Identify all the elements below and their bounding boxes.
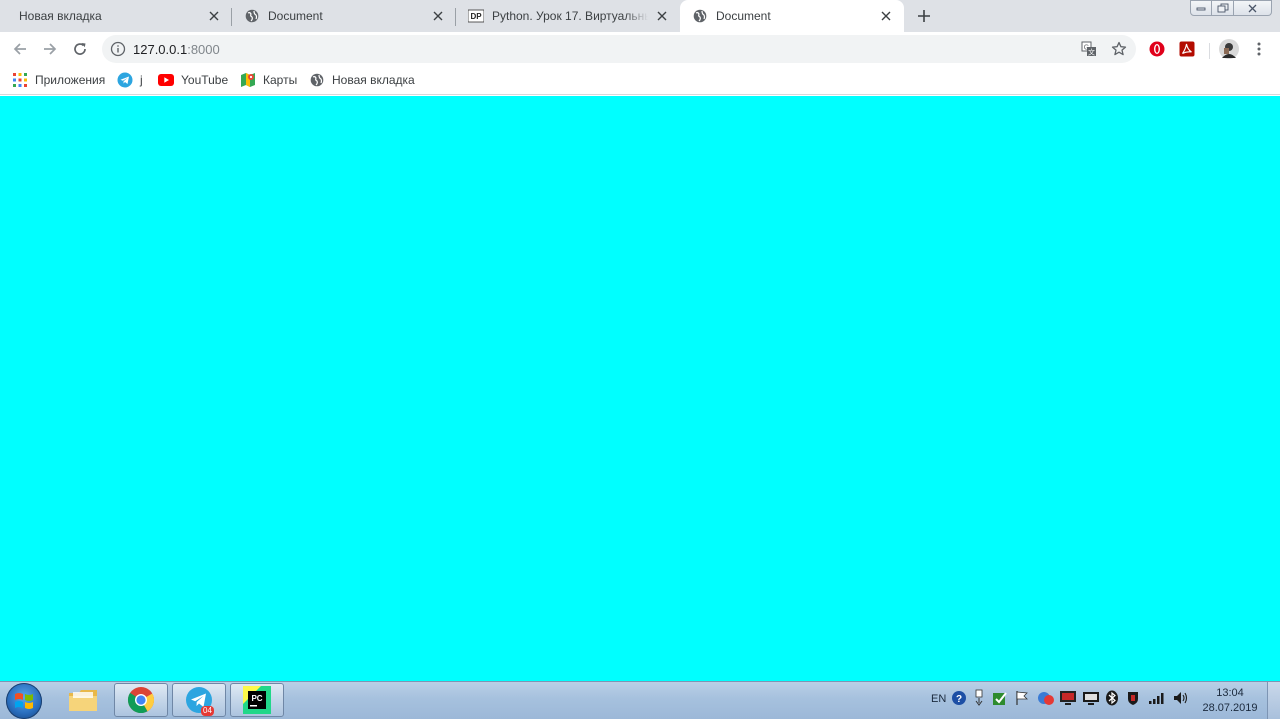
pen-icon[interactable]	[974, 689, 984, 707]
tab-document-active[interactable]: Document	[680, 0, 904, 32]
url-host: 127.0.0.1	[133, 42, 188, 57]
flag-icon[interactable]	[1015, 689, 1029, 707]
windows-taskbar: 04 PC EN ? 13:04 28.07.2019	[0, 681, 1280, 719]
svg-text:DP: DP	[470, 12, 482, 21]
taskbar-telegram[interactable]: 04	[172, 683, 226, 717]
language-indicator[interactable]: EN	[931, 693, 946, 705]
url-port: :8000	[187, 42, 220, 57]
close-icon[interactable]	[206, 8, 222, 24]
reload-button[interactable]	[68, 37, 92, 61]
opera-vpn-icon[interactable]	[1149, 41, 1165, 57]
taskbar-chrome[interactable]	[114, 683, 168, 717]
chrome-icon	[127, 687, 155, 714]
info-icon[interactable]	[110, 41, 126, 57]
back-button[interactable]	[8, 37, 32, 61]
restore-button[interactable]	[1212, 0, 1234, 16]
tab-strip: Новая вкладка Document DP Python. Урок 1…	[0, 0, 1280, 32]
monitor-alert-icon[interactable]	[1059, 689, 1077, 707]
youtube-icon	[158, 72, 174, 88]
minimize-button[interactable]	[1190, 0, 1212, 16]
unread-badge: 04	[201, 706, 214, 716]
dp-site-icon: DP	[468, 8, 484, 24]
tab-title: Python. Урок 17. Виртуальные о	[492, 9, 648, 23]
bookmark-label: Приложения	[35, 73, 106, 87]
bookmark-label: YouTube	[181, 73, 229, 87]
close-icon[interactable]	[430, 8, 446, 24]
start-button[interactable]	[6, 683, 42, 719]
close-icon[interactable]	[654, 8, 670, 24]
bookmark-label: Карты	[263, 73, 298, 87]
antivirus-icon[interactable]	[1037, 689, 1055, 707]
browser-toolbar: 127.0.0.1:8000 G文	[0, 32, 1280, 66]
plus-icon	[918, 10, 930, 22]
toolbar-separator	[1209, 43, 1210, 59]
page-content	[0, 96, 1280, 681]
bookmark-label: Новая вкладка	[332, 73, 415, 87]
tab-new-tab[interactable]: Новая вкладка	[0, 0, 232, 32]
tab-title: Новая вкладка	[19, 9, 102, 23]
globe-icon	[692, 8, 708, 24]
url-text[interactable]: 127.0.0.1:8000	[133, 42, 220, 57]
volume-icon[interactable]	[1172, 689, 1190, 707]
window-controls	[1190, 0, 1272, 18]
bookmarks-bar: Приложения j YouTube Карты Новая вкладка	[0, 66, 1280, 95]
bluetooth-icon[interactable]	[1105, 689, 1119, 707]
system-clock[interactable]: 13:04 28.07.2019	[1198, 686, 1262, 716]
bookmark-label: j	[140, 73, 143, 87]
pdf-icon[interactable]	[1179, 41, 1195, 57]
forward-button[interactable]	[38, 37, 62, 61]
new-tab-button[interactable]	[914, 6, 934, 26]
bookmark-maps[interactable]: Карты	[240, 71, 297, 89]
bookmark-new-tab[interactable]: Новая вкладка	[309, 71, 415, 89]
avatar[interactable]	[1219, 39, 1239, 59]
bookmark-apps[interactable]: Приложения	[12, 71, 105, 89]
folder-icon	[69, 690, 97, 711]
tab-title: Document	[268, 9, 323, 23]
display-icon[interactable]	[1082, 689, 1100, 707]
arrow-right-icon	[44, 43, 57, 55]
apps-grid-icon	[12, 72, 28, 88]
arrow-left-icon	[13, 43, 26, 55]
maps-icon	[240, 72, 256, 88]
tab-python-lesson[interactable]: DP Python. Урок 17. Виртуальные о	[456, 0, 680, 32]
svg-text:?: ?	[956, 694, 962, 705]
close-icon[interactable]	[878, 8, 894, 24]
bookmark-youtube[interactable]: YouTube	[158, 71, 228, 89]
clock-time: 13:04	[1216, 687, 1244, 699]
taskbar-explorer[interactable]	[56, 683, 110, 717]
windows-logo-icon	[15, 693, 33, 709]
update-check-icon[interactable]	[992, 689, 1008, 707]
close-window-button[interactable]	[1234, 0, 1272, 16]
address-bar[interactable]: 127.0.0.1:8000 G文	[102, 35, 1136, 63]
help-icon[interactable]: ?	[951, 689, 967, 707]
tab-title: Document	[716, 9, 771, 23]
star-icon[interactable]	[1111, 41, 1127, 57]
tab-document-1[interactable]: Document	[232, 0, 456, 32]
svg-text:文: 文	[1088, 48, 1095, 57]
telegram-icon	[117, 72, 133, 88]
reload-icon	[74, 43, 86, 55]
signal-bars-icon[interactable]	[1148, 689, 1166, 707]
svg-text:PC: PC	[251, 694, 262, 703]
show-desktop-button[interactable]	[1267, 682, 1280, 719]
taskbar-pycharm[interactable]: PC	[230, 683, 284, 717]
security-shield-icon[interactable]	[1125, 689, 1141, 707]
translate-icon[interactable]: G文	[1081, 41, 1097, 57]
pycharm-icon: PC	[243, 686, 271, 714]
clock-date: 28.07.2019	[1202, 702, 1258, 714]
globe-icon	[244, 8, 260, 24]
globe-icon	[309, 72, 325, 88]
menu-kebab-icon[interactable]	[1251, 41, 1267, 57]
bookmark-j[interactable]: j	[117, 71, 143, 89]
